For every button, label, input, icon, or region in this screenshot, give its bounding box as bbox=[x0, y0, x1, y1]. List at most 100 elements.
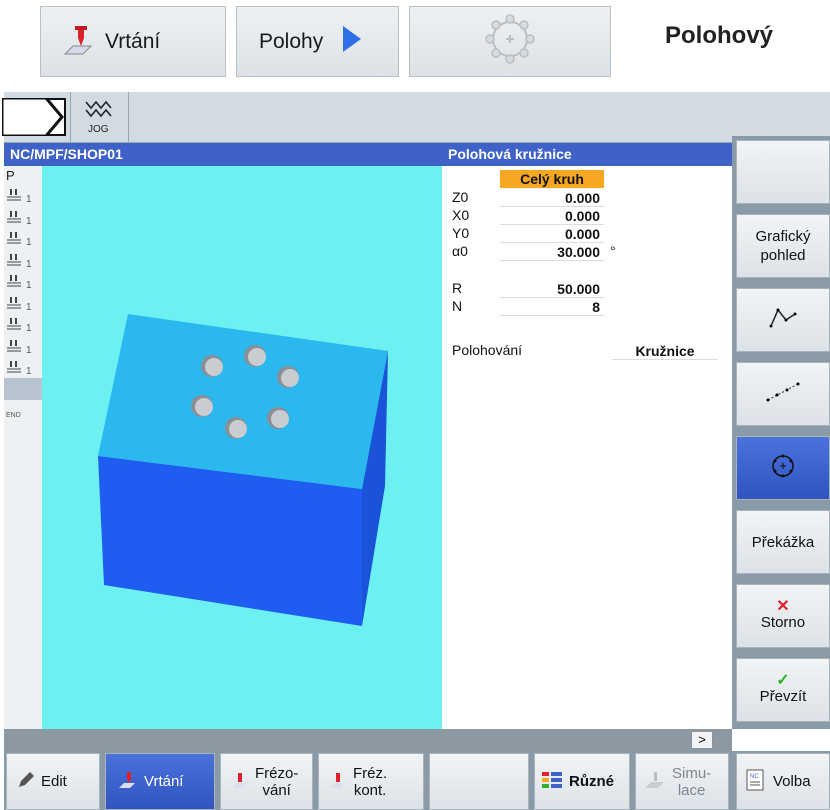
contour-milling-line2: kont. bbox=[353, 781, 387, 799]
obstacle-label: Překážka bbox=[751, 533, 815, 551]
sidebar-step[interactable]: 1 bbox=[6, 339, 32, 356]
simulation-line1: Simu- bbox=[672, 764, 712, 782]
various-label: Různé bbox=[569, 773, 614, 790]
sidebar-step-number: 1 bbox=[26, 366, 32, 377]
contour-milling-softkey[interactable]: Fréz. kont. bbox=[318, 753, 424, 810]
milling-softkey[interactable]: Frézo- vání bbox=[220, 753, 313, 810]
simulation-icon bbox=[644, 770, 666, 794]
param-label: α0 bbox=[452, 243, 468, 259]
sidebar-step-number: 1 bbox=[26, 194, 32, 205]
drill-step-icon bbox=[6, 275, 24, 291]
param-value-field[interactable]: 8 bbox=[500, 298, 604, 316]
graphic-view-softkey[interactable]: Grafický pohled bbox=[736, 214, 830, 278]
contour-milling-label: Fréz. kont. bbox=[353, 765, 387, 799]
sidebar-step[interactable]: 1 bbox=[6, 188, 32, 205]
machine-area-indicator bbox=[2, 98, 66, 136]
param-value-field[interactable]: 30.000 bbox=[500, 243, 604, 261]
sidebar-step[interactable]: 1 bbox=[6, 231, 32, 248]
mill-icon bbox=[231, 770, 249, 794]
sidebar-end-label: END bbox=[6, 412, 21, 419]
graphic-view-line1: Grafický bbox=[755, 228, 811, 245]
various-icon bbox=[541, 770, 563, 794]
accept-softkey[interactable]: ✓ Převzít bbox=[736, 658, 830, 722]
sidebar-step-number: 1 bbox=[26, 301, 32, 313]
drilling-header-button[interactable]: Vrtání bbox=[40, 6, 226, 77]
param-value-field[interactable]: 0.000 bbox=[500, 207, 604, 225]
jog-mode-label: JOG bbox=[88, 124, 109, 135]
select-softkey[interactable]: NC Volba bbox=[736, 753, 830, 810]
drill-step-icon bbox=[6, 189, 24, 205]
circle-positions-softkey[interactable] bbox=[736, 436, 830, 500]
nc-file-icon: NC bbox=[745, 769, 765, 795]
parameter-panel: Celý kruh Z0 0.000 X0 0.000 Y0 0.000 α0 30.000 °… bbox=[442, 166, 732, 729]
circle-pattern-header-button[interactable] bbox=[409, 6, 611, 77]
drill-step-icon bbox=[6, 210, 24, 227]
sidebar-step-number: 1 bbox=[26, 344, 32, 356]
sidebar-step[interactable]: 1 bbox=[6, 274, 32, 291]
drill-step-icon bbox=[6, 232, 24, 248]
pattern-type-selector[interactable]: Celý kruh bbox=[500, 170, 604, 188]
title-bar: NC/MPF/SHOP01 Polohová kružnice bbox=[4, 143, 732, 166]
sidebar-step[interactable]: 1 bbox=[6, 360, 32, 377]
circle-pattern-icon bbox=[480, 9, 540, 75]
drill-step-icon bbox=[6, 253, 24, 270]
hsk-5-empty[interactable] bbox=[429, 753, 529, 810]
param-value-field[interactable]: 0.000 bbox=[500, 189, 604, 207]
param-unit: ° bbox=[610, 243, 616, 259]
milling-line2: vání bbox=[262, 781, 291, 799]
drilling-softkey[interactable]: Vrtání bbox=[105, 753, 215, 810]
cancel-x-icon: ✕ bbox=[776, 597, 790, 615]
drill-step-icon bbox=[6, 296, 24, 313]
more-arrow-button[interactable]: > bbox=[691, 731, 713, 749]
polyline-softkey[interactable] bbox=[736, 288, 830, 352]
sidebar-step[interactable]: 1 bbox=[6, 296, 32, 313]
sidebar-selected-step bbox=[4, 378, 42, 400]
param-label: N bbox=[452, 298, 463, 314]
param-label: R bbox=[452, 280, 463, 296]
edit-softkey[interactable]: Edit bbox=[6, 753, 100, 810]
various-softkey[interactable]: Různé bbox=[534, 753, 630, 810]
select-label: Volba bbox=[773, 773, 811, 790]
sidebar-step-number: 1 bbox=[26, 258, 32, 270]
polyline-icon bbox=[768, 306, 798, 335]
edit-label: Edit bbox=[41, 773, 67, 790]
vsk-1-empty[interactable] bbox=[736, 140, 830, 204]
program-step-sidebar: P 1 1 1 1 1 1 1 1 1 END bbox=[4, 166, 43, 729]
param-value-field[interactable]: 50.000 bbox=[500, 280, 604, 298]
cancel-label: Storno bbox=[760, 613, 806, 631]
sidebar-step-number: 1 bbox=[26, 237, 32, 248]
line-positions-softkey[interactable] bbox=[736, 362, 830, 426]
simulation-softkey[interactable]: Simu- lace bbox=[635, 753, 729, 810]
line-points-icon bbox=[765, 380, 801, 409]
positioning-label: Polohování bbox=[452, 342, 523, 358]
accept-label: Převzít bbox=[759, 687, 807, 705]
positioning-selector[interactable]: Kružnice bbox=[612, 342, 718, 360]
sidebar-step[interactable]: 1 bbox=[6, 317, 32, 334]
contour-milling-line1: Fréz. bbox=[353, 764, 388, 782]
graphic-view-line2: pohled bbox=[760, 247, 806, 264]
accept-check-icon: ✓ bbox=[776, 671, 790, 689]
param-label: X0 bbox=[452, 207, 470, 223]
sidebar-step[interactable]: 1 bbox=[6, 210, 32, 227]
sidebar-step-number: 1 bbox=[26, 215, 32, 227]
param-label: Z0 bbox=[452, 189, 469, 205]
drill-icon bbox=[118, 770, 138, 794]
drilling-label: Vrtání bbox=[144, 773, 184, 790]
param-value-field[interactable]: 0.000 bbox=[500, 225, 604, 243]
page-title: Polohový bbox=[665, 22, 774, 49]
drill-step-icon bbox=[6, 339, 24, 356]
sidebar-step-number: 1 bbox=[26, 323, 32, 334]
simulation-line2: lace bbox=[677, 781, 706, 799]
positions-header-label: Polohy bbox=[259, 29, 324, 53]
milling-label: Frézo- vání bbox=[255, 765, 298, 799]
sidebar-step[interactable]: 1 bbox=[6, 253, 32, 270]
positions-header-button[interactable]: Polohy bbox=[236, 6, 399, 77]
cancel-softkey[interactable]: ✕ Storno bbox=[736, 584, 830, 648]
param-label: Y0 bbox=[452, 225, 470, 241]
obstacle-softkey[interactable]: Překážka bbox=[736, 510, 830, 574]
simulation-label: Simu- lace bbox=[672, 765, 711, 799]
drilling-header-label: Vrtání bbox=[105, 29, 161, 53]
workpiece-3d-graphic bbox=[98, 314, 388, 626]
status-bar: > bbox=[4, 729, 732, 751]
sidebar-program-header: P bbox=[6, 168, 15, 183]
